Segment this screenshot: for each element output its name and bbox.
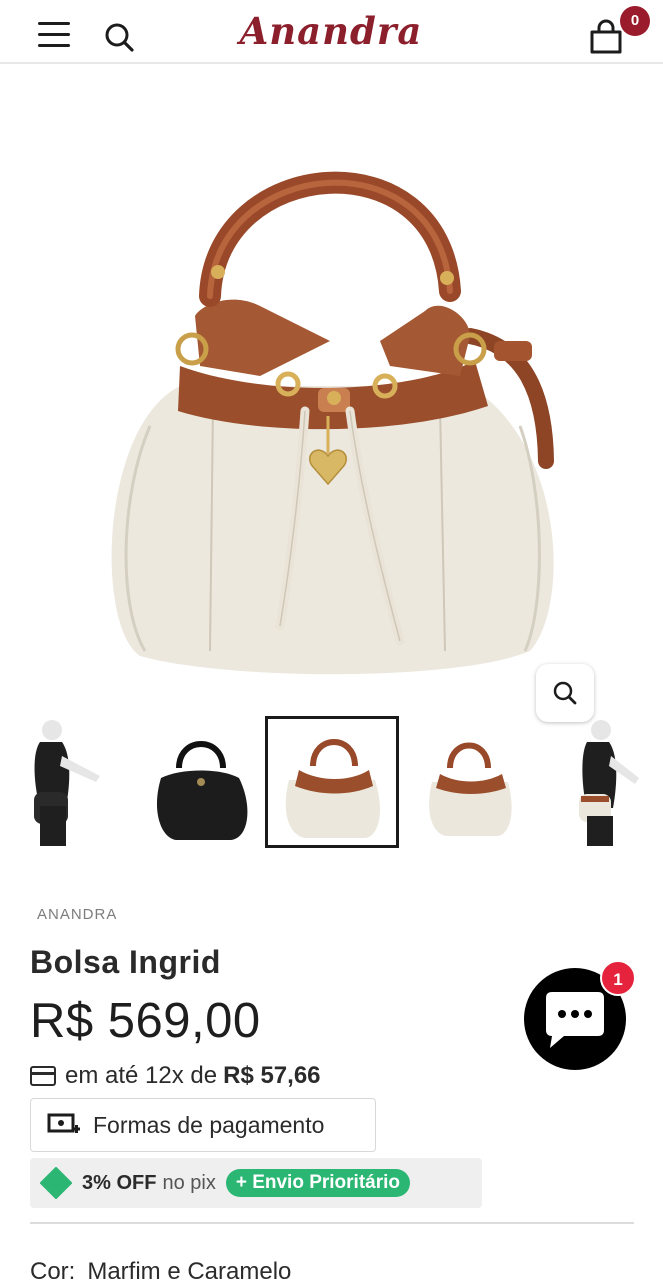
site-header: Anandra 0: [0, 0, 663, 64]
search-icon[interactable]: [100, 18, 138, 56]
chat-notification-badge: 1: [600, 960, 636, 996]
thumbnail-strip: [0, 712, 663, 852]
pix-discount: 3% OFF: [82, 1171, 157, 1194]
thumbnail-1[interactable]: [0, 716, 134, 848]
product-brand[interactable]: ANANDRA: [37, 906, 117, 923]
payment-methods-button[interactable]: Formas de pagamento: [30, 1098, 376, 1152]
installments-value: R$ 57,66: [223, 1062, 321, 1089]
color-selector: Cor: Marfim e Caramelo: [30, 1258, 291, 1280]
pix-icon: [40, 1167, 72, 1199]
installments-info: em até 12x de R$ 57,66: [30, 1060, 321, 1092]
cart-count-badge: 0: [620, 6, 650, 36]
priority-shipping-badge: + Envio Prioritário: [225, 1169, 411, 1197]
product-main-image[interactable]: [0, 66, 663, 722]
payment-methods-label: Formas de pagamento: [93, 1111, 325, 1138]
thumbnail-3-selected[interactable]: [265, 716, 399, 848]
installments-prefix: em até 12x de: [65, 1062, 218, 1089]
hamburger-menu-icon[interactable]: [38, 22, 74, 52]
color-value: Marfim e Caramelo: [87, 1258, 292, 1280]
product-price: R$ 569,00: [30, 994, 261, 1048]
payment-methods-icon: [47, 1113, 80, 1133]
pix-label: no pix: [162, 1171, 216, 1194]
color-label: Cor:: [30, 1258, 76, 1280]
product-title: Bolsa Ingrid: [30, 944, 221, 980]
pix-promo-banner: 3% OFF no pix + Envio Prioritário: [30, 1158, 482, 1208]
thumbnail-4[interactable]: [400, 716, 534, 848]
section-divider: [30, 1222, 634, 1224]
logo[interactable]: Anandra: [222, 6, 440, 56]
thumbnail-2[interactable]: [131, 716, 265, 848]
thumbnail-5[interactable]: [535, 716, 663, 848]
credit-card-icon: [30, 1066, 56, 1086]
